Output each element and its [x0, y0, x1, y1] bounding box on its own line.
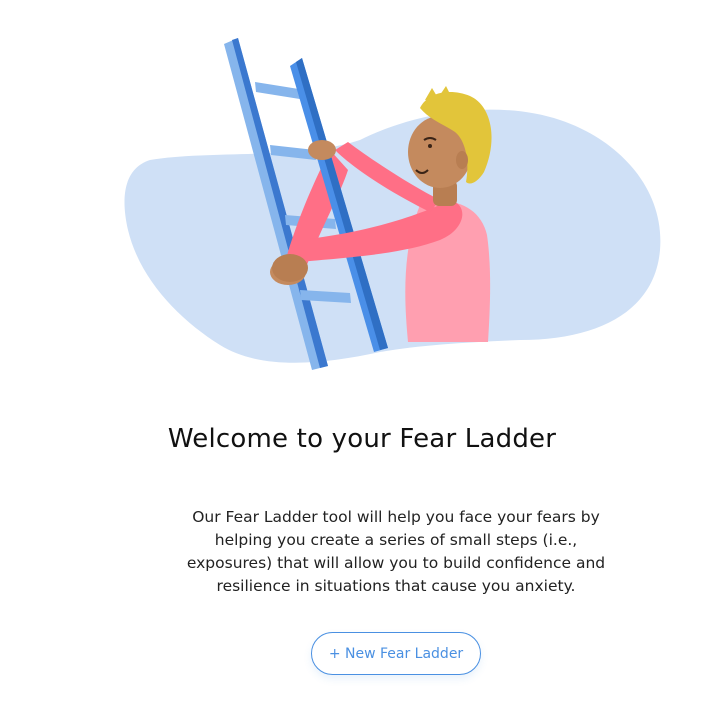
new-fear-ladder-button[interactable]: + New Fear Ladder [311, 632, 481, 675]
ladder-illustration [124, 38, 661, 370]
right-hand [308, 140, 336, 160]
fear-ladder-empty-state: Welcome to your Fear Ladder Our Fear Lad… [0, 0, 724, 711]
intro-description: Our Fear Ladder tool will help you face … [186, 508, 606, 595]
page-title: Welcome to your Fear Ladder [167, 424, 557, 454]
